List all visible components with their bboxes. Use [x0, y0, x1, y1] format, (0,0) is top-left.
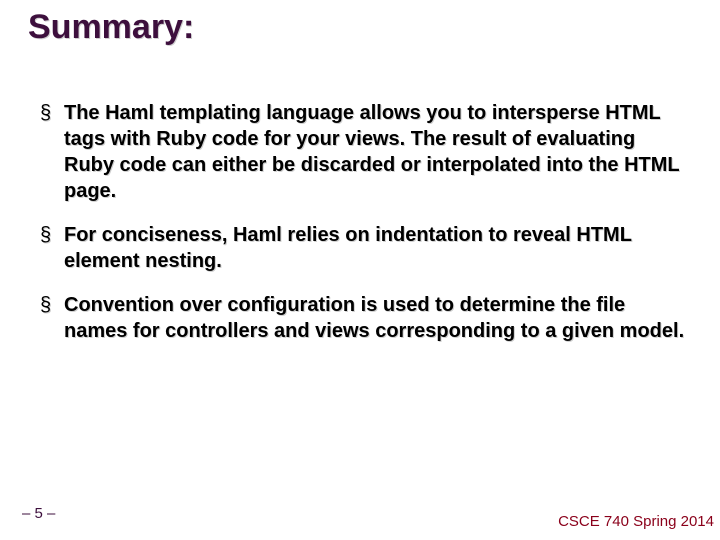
slide-title: Summary:	[28, 8, 194, 47]
bullet-item: § Convention over configuration is used …	[40, 292, 690, 344]
course-label: CSCE 740 Spring 2014	[558, 513, 714, 530]
page-number: – 5 –	[22, 505, 55, 522]
bullet-mark-icon: §	[40, 292, 64, 318]
bullet-mark-icon: §	[40, 222, 64, 248]
slide: Summary: § The Haml templating language …	[0, 0, 720, 540]
bullet-text: The Haml templating language allows you …	[64, 100, 690, 204]
bullet-item: § For conciseness, Haml relies on indent…	[40, 222, 690, 274]
bullet-text: Convention over configuration is used to…	[64, 292, 690, 344]
bullet-mark-icon: §	[40, 100, 64, 126]
slide-body: § The Haml templating language allows yo…	[40, 100, 690, 362]
bullet-item: § The Haml templating language allows yo…	[40, 100, 690, 204]
bullet-text: For conciseness, Haml relies on indentat…	[64, 222, 690, 274]
